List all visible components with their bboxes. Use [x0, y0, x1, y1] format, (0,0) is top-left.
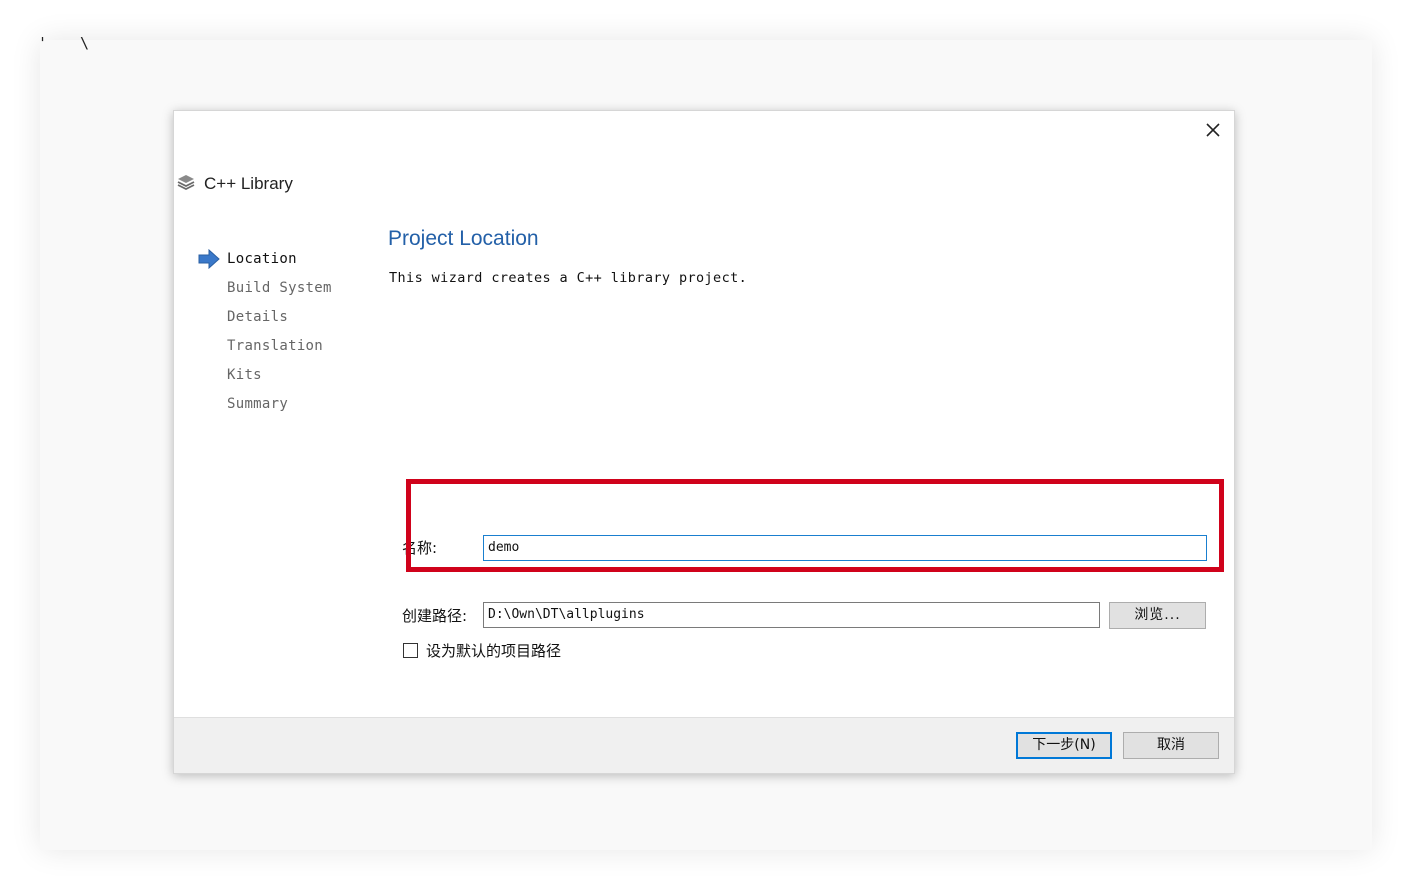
current-step-arrow-icon	[198, 248, 220, 276]
cancel-button[interactable]: 取消	[1123, 732, 1219, 759]
name-label: 名称:	[402, 539, 438, 557]
create-path-label: 创建路径:	[402, 607, 468, 625]
wizard-title: C++ Library	[204, 174, 293, 193]
create-path-input[interactable]: D:\Own\DT\allplugins	[483, 602, 1100, 628]
default-path-checkbox-row[interactable]: 设为默认的项目路径	[403, 640, 561, 661]
step-build-system: Build System	[198, 277, 332, 306]
step-label: Summary	[227, 396, 289, 412]
step-translation: Translation	[198, 335, 332, 364]
step-summary: Summary	[198, 393, 332, 422]
step-location: Location	[198, 248, 332, 277]
new-project-wizard-dialog: C++ Library Location Build System Detail…	[173, 110, 1235, 774]
next-button[interactable]: 下一步(N)	[1016, 732, 1112, 759]
wizard-steps: Location Build System Details Translatio…	[198, 248, 332, 422]
default-path-checkbox[interactable]	[403, 643, 418, 658]
step-label: Translation	[227, 338, 324, 354]
step-details: Details	[198, 306, 332, 335]
page-description: This wizard creates a C++ library projec…	[389, 270, 748, 286]
step-label: Kits	[227, 367, 262, 383]
corner-text: ' \	[38, 34, 102, 52]
step-kits: Kits	[198, 364, 332, 393]
library-stack-icon	[176, 172, 196, 196]
step-label: Details	[227, 309, 289, 325]
project-name-input[interactable]: demo	[483, 535, 1207, 561]
step-label: Location	[227, 251, 297, 267]
browse-button[interactable]: 浏览...	[1109, 602, 1206, 629]
wizard-header: C++ Library	[176, 172, 293, 196]
close-icon[interactable]	[1202, 119, 1224, 141]
step-label: Build System	[227, 280, 332, 296]
dialog-footer: 下一步(N) 取消	[174, 717, 1234, 773]
page-title: Project Location	[388, 227, 539, 250]
default-path-checkbox-label: 设为默认的项目路径	[426, 642, 562, 660]
